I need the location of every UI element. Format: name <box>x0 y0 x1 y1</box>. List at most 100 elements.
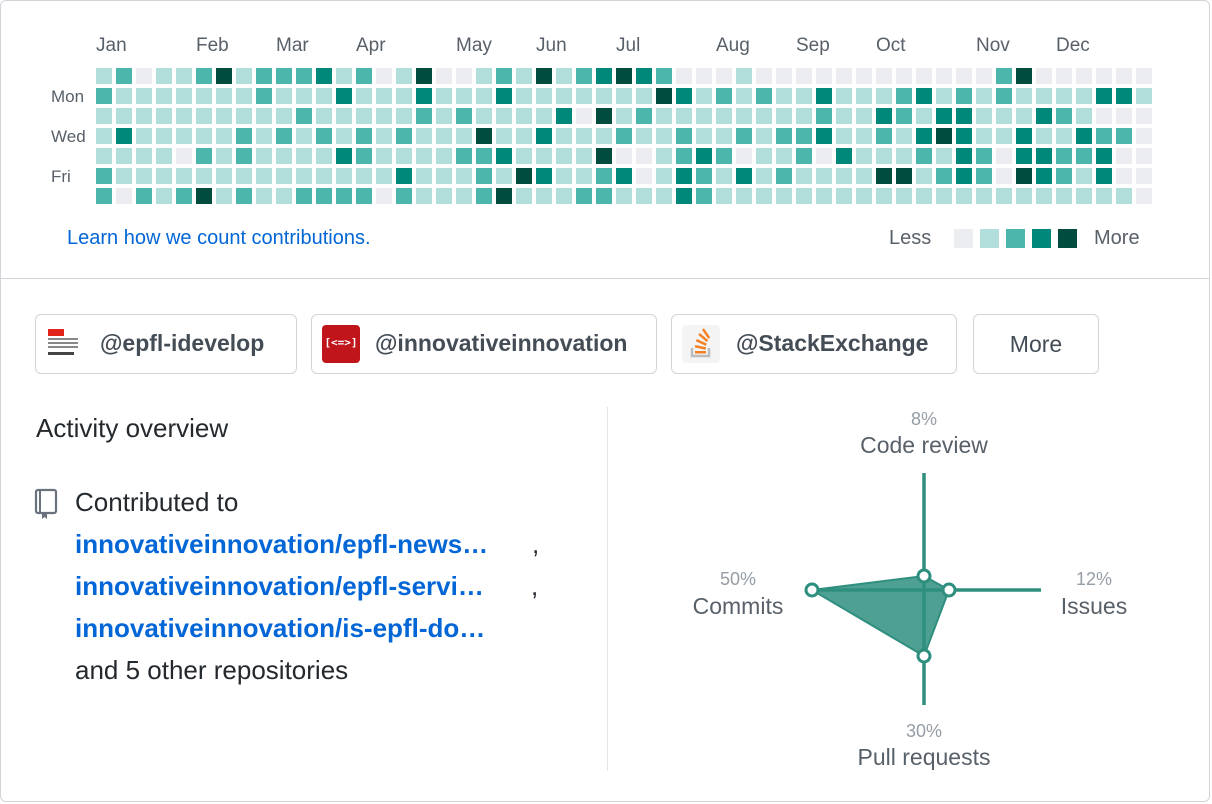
contribution-day-cell[interactable] <box>976 108 992 124</box>
contribution-day-cell[interactable] <box>796 88 812 104</box>
contribution-day-cell[interactable] <box>736 188 752 204</box>
contribution-day-cell[interactable] <box>96 128 112 144</box>
contribution-day-cell[interactable] <box>416 148 432 164</box>
contribution-day-cell[interactable] <box>276 108 292 124</box>
contribution-day-cell[interactable] <box>956 168 972 184</box>
contribution-day-cell[interactable] <box>656 148 672 164</box>
contribution-day-cell[interactable] <box>176 168 192 184</box>
contribution-day-cell[interactable] <box>796 68 812 84</box>
contribution-day-cell[interactable] <box>796 148 812 164</box>
contribution-day-cell[interactable] <box>1016 108 1032 124</box>
contribution-day-cell[interactable] <box>976 88 992 104</box>
contribution-day-cell[interactable] <box>136 108 152 124</box>
contribution-day-cell[interactable] <box>596 188 612 204</box>
contribution-day-cell[interactable] <box>736 88 752 104</box>
contribution-day-cell[interactable] <box>156 168 172 184</box>
contribution-day-cell[interactable] <box>136 68 152 84</box>
contribution-day-cell[interactable] <box>1036 68 1052 84</box>
contribution-day-cell[interactable] <box>776 68 792 84</box>
contribution-day-cell[interactable] <box>1016 88 1032 104</box>
contribution-day-cell[interactable] <box>196 188 212 204</box>
contribution-day-cell[interactable] <box>776 128 792 144</box>
contribution-day-cell[interactable] <box>876 68 892 84</box>
contribution-day-cell[interactable] <box>316 108 332 124</box>
contribution-day-cell[interactable] <box>376 68 392 84</box>
contribution-day-cell[interactable] <box>1076 68 1092 84</box>
contribution-day-cell[interactable] <box>296 168 312 184</box>
contribution-day-cell[interactable] <box>376 188 392 204</box>
contribution-day-cell[interactable] <box>1016 188 1032 204</box>
contribution-day-cell[interactable] <box>936 128 952 144</box>
contribution-day-cell[interactable] <box>276 68 292 84</box>
contribution-day-cell[interactable] <box>216 148 232 164</box>
contribution-day-cell[interactable] <box>956 68 972 84</box>
contribution-day-cell[interactable] <box>576 168 592 184</box>
contribution-day-cell[interactable] <box>1116 88 1132 104</box>
contribution-day-cell[interactable] <box>636 68 652 84</box>
contribution-day-cell[interactable] <box>336 68 352 84</box>
contribution-day-cell[interactable] <box>296 108 312 124</box>
contribution-day-cell[interactable] <box>716 128 732 144</box>
contribution-day-cell[interactable] <box>596 128 612 144</box>
contribution-day-cell[interactable] <box>1076 188 1092 204</box>
contribution-day-cell[interactable] <box>496 68 512 84</box>
contribution-day-cell[interactable] <box>1136 148 1152 164</box>
contribution-day-cell[interactable] <box>136 188 152 204</box>
contribution-day-cell[interactable] <box>96 68 112 84</box>
contribution-day-cell[interactable] <box>856 188 872 204</box>
contribution-day-cell[interactable] <box>496 128 512 144</box>
contribution-day-cell[interactable] <box>256 88 272 104</box>
contribution-day-cell[interactable] <box>836 88 852 104</box>
contribution-day-cell[interactable] <box>396 128 412 144</box>
contribution-day-cell[interactable] <box>576 128 592 144</box>
contribution-day-cell[interactable] <box>416 188 432 204</box>
contribution-day-cell[interactable] <box>876 108 892 124</box>
contribution-day-cell[interactable] <box>396 88 412 104</box>
contribution-day-cell[interactable] <box>436 148 452 164</box>
contribution-day-cell[interactable] <box>876 188 892 204</box>
contribution-day-cell[interactable] <box>456 188 472 204</box>
contribution-day-cell[interactable] <box>456 148 472 164</box>
contribution-day-cell[interactable] <box>616 108 632 124</box>
contribution-day-cell[interactable] <box>416 88 432 104</box>
contribution-day-cell[interactable] <box>196 168 212 184</box>
contribution-day-cell[interactable] <box>956 88 972 104</box>
contribution-day-cell[interactable] <box>536 188 552 204</box>
contribution-day-cell[interactable] <box>1036 108 1052 124</box>
repo-link[interactable]: innovativeinnovation/is-epfl-do… <box>75 613 485 644</box>
contribution-day-cell[interactable] <box>696 108 712 124</box>
contribution-day-cell[interactable] <box>816 108 832 124</box>
contribution-day-cell[interactable] <box>356 148 372 164</box>
contribution-day-cell[interactable] <box>596 148 612 164</box>
contribution-day-cell[interactable] <box>236 128 252 144</box>
contribution-day-cell[interactable] <box>1116 68 1132 84</box>
contribution-day-cell[interactable] <box>776 188 792 204</box>
contribution-day-cell[interactable] <box>756 88 772 104</box>
contribution-day-cell[interactable] <box>596 68 612 84</box>
contribution-day-cell[interactable] <box>416 128 432 144</box>
contribution-day-cell[interactable] <box>416 68 432 84</box>
contribution-day-cell[interactable] <box>776 88 792 104</box>
contribution-day-cell[interactable] <box>956 188 972 204</box>
contribution-day-cell[interactable] <box>1016 128 1032 144</box>
contribution-day-cell[interactable] <box>276 148 292 164</box>
contribution-day-cell[interactable] <box>236 68 252 84</box>
contribution-day-cell[interactable] <box>236 108 252 124</box>
contribution-day-cell[interactable] <box>876 168 892 184</box>
contribution-day-cell[interactable] <box>956 128 972 144</box>
contribution-day-cell[interactable] <box>116 188 132 204</box>
contribution-day-cell[interactable] <box>376 148 392 164</box>
contribution-day-cell[interactable] <box>236 88 252 104</box>
contribution-day-cell[interactable] <box>836 148 852 164</box>
contribution-day-cell[interactable] <box>856 108 872 124</box>
contribution-day-cell[interactable] <box>336 128 352 144</box>
contribution-day-cell[interactable] <box>176 188 192 204</box>
contribution-day-cell[interactable] <box>776 148 792 164</box>
contribution-day-cell[interactable] <box>556 168 572 184</box>
contribution-day-cell[interactable] <box>1136 188 1152 204</box>
contribution-day-cell[interactable] <box>576 148 592 164</box>
contribution-day-cell[interactable] <box>1116 168 1132 184</box>
contribution-day-cell[interactable] <box>696 88 712 104</box>
contribution-day-cell[interactable] <box>1056 168 1072 184</box>
contribution-day-cell[interactable] <box>236 168 252 184</box>
